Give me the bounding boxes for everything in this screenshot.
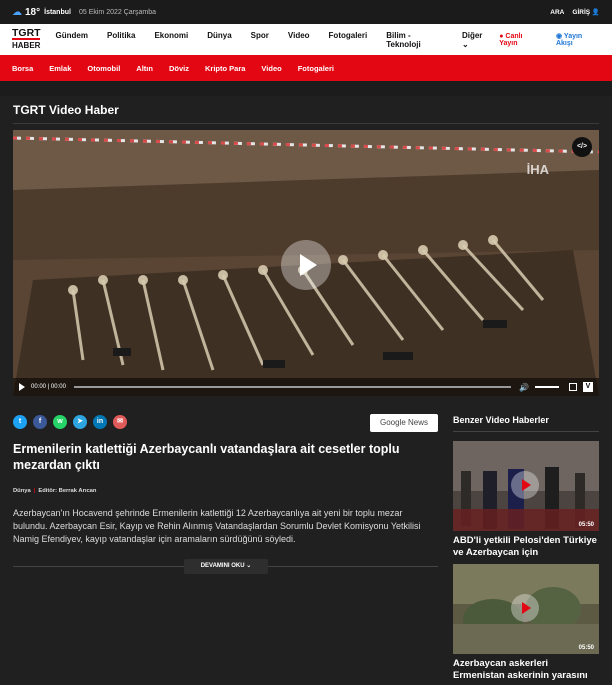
nav-item[interactable]: Gündem	[56, 31, 88, 49]
video-controls: 00:00 | 00:00 🔊 V	[13, 378, 599, 396]
broadcast-schedule-link[interactable]: ◉ Yayın Akışı	[556, 32, 600, 47]
subnav-item[interactable]: Altın	[136, 64, 153, 73]
temperature: 18°	[25, 6, 41, 18]
logo-line2: HABER	[12, 38, 41, 51]
video-player[interactable]: İHA </> 00:00 | 00:00 🔊 V	[13, 130, 599, 396]
video-time: 00:00 | 00:00	[31, 384, 66, 390]
facebook-icon[interactable]: f	[33, 415, 47, 429]
sub-nav: Borsa Emlak Otomobil Altın Döviz Kripto Para V…	[0, 55, 612, 81]
nav-item[interactable]: Video	[288, 31, 310, 49]
broadcast-icon: ◉	[555, 33, 563, 40]
search-button[interactable]: ARA	[550, 9, 564, 16]
volume-slider[interactable]	[535, 386, 559, 388]
player-logo-icon: V	[583, 382, 593, 392]
telegram-icon[interactable]: ➤	[73, 415, 87, 429]
subnav-item[interactable]: Kripto Para	[205, 64, 245, 73]
fullscreen-icon[interactable]	[569, 383, 577, 391]
play-button[interactable]	[281, 240, 331, 290]
subnav-item[interactable]: Otomobil	[87, 64, 120, 73]
related-video-card[interactable]: 05:50 Azerbaycan askerleri Ermenistan as…	[453, 564, 599, 682]
subnav-item[interactable]: Döviz	[169, 64, 189, 73]
main-nav: TGRT HABER Gündem Politika Ekonomi Dünya Spo…	[0, 24, 612, 55]
nav-item[interactable]: Dünya	[207, 31, 231, 49]
linkedin-icon[interactable]: in	[93, 415, 107, 429]
section-divider	[13, 123, 599, 124]
article-headline: Ermenilerin katlettiği Azerbaycanlı vata…	[13, 442, 400, 472]
related-play-icon	[511, 594, 539, 622]
google-news-label: Google News	[379, 418, 429, 427]
city-name[interactable]: İstanbul	[44, 9, 71, 16]
chevron-down-icon: ⌄	[461, 39, 469, 49]
section-title: TGRT Video Haber	[13, 103, 119, 117]
share-buttons: t f w ➤ in ✉	[13, 415, 127, 429]
article-meta: Dünya | Editör: Berrak Arıcan	[13, 488, 97, 494]
related-divider	[453, 431, 599, 432]
twitter-icon[interactable]: t	[13, 415, 27, 429]
nav-item[interactable]: Diğer ⌄	[462, 31, 489, 49]
related-video-card[interactable]: 05:50 ABD'li yetkili Pelosi'den Türkiye …	[453, 441, 599, 559]
live-dot-icon: ●	[499, 32, 504, 40]
related-thumbnail: 05:50	[453, 564, 599, 654]
article-editor: Editör: Berrak Arıcan	[38, 488, 97, 494]
live-label: Canlı Yayın	[499, 32, 523, 47]
article-category[interactable]: Dünya	[13, 488, 31, 494]
nav-item[interactable]: Fotogaleri	[329, 31, 368, 49]
related-caption: ABD'li yetkili Pelosi'den Türkiye ve Aze…	[453, 535, 597, 558]
google-news-button[interactable]: Google News	[370, 414, 438, 432]
user-icon: 👤	[591, 9, 600, 16]
login-label: GİRİŞ	[572, 9, 591, 16]
live-broadcast-link[interactable]: ● Canlı Yayın	[499, 33, 542, 47]
subnav-item[interactable]: Video	[261, 64, 281, 73]
chevron-down-icon: ⌄	[246, 563, 252, 569]
current-date: 05 Ekim 2022 Çarşamba	[78, 8, 157, 16]
whatsapp-icon[interactable]: w	[53, 415, 67, 429]
related-caption: Azerbaycan askerleri Ermenistan askerini…	[453, 658, 588, 681]
volume-icon[interactable]: 🔊	[519, 383, 529, 392]
nav-item[interactable]: Bilim - Teknoloji	[386, 31, 443, 49]
login-button[interactable]: GİRİŞ 👤	[572, 8, 600, 16]
subnav-item[interactable]: Borsa	[12, 64, 33, 73]
related-play-icon	[511, 471, 539, 499]
subnav-item[interactable]: Fotogaleri	[298, 64, 334, 73]
article-summary: Azerbaycan'ın Hocavend şehrinde Ermenile…	[13, 508, 421, 544]
nav-item[interactable]: Spor	[251, 31, 269, 49]
read-more-label: DEVAMINI OKU	[200, 563, 245, 569]
weather-icon: ☁	[12, 6, 22, 18]
nav-item[interactable]: Politika	[107, 31, 135, 49]
iha-watermark: İHA	[526, 162, 549, 177]
email-icon[interactable]: ✉	[113, 415, 127, 429]
tgrt-logo[interactable]: TGRT HABER	[12, 28, 44, 51]
nav-item[interactable]: Ekonomi	[154, 31, 188, 49]
main-nav-links: Gündem Politika Ekonomi Dünya Spor Video Fotog…	[56, 31, 500, 49]
read-more-button[interactable]: DEVAMINI OKU ⌄	[184, 559, 268, 574]
video-duration: 05:50	[578, 522, 594, 528]
related-videos-title: Benzer Video Haberler	[453, 415, 549, 425]
video-duration: 05:50	[578, 645, 594, 651]
play-icon[interactable]	[19, 383, 25, 391]
subnav-item[interactable]: Emlak	[49, 64, 71, 73]
progress-bar[interactable]	[73, 386, 512, 388]
top-bar: ☁ 18° İstanbul 05 Ekim 2022 Çarşamba ARA…	[0, 0, 612, 24]
related-thumbnail: 05:50	[453, 441, 599, 531]
embed-code-button[interactable]: </>	[572, 137, 592, 157]
